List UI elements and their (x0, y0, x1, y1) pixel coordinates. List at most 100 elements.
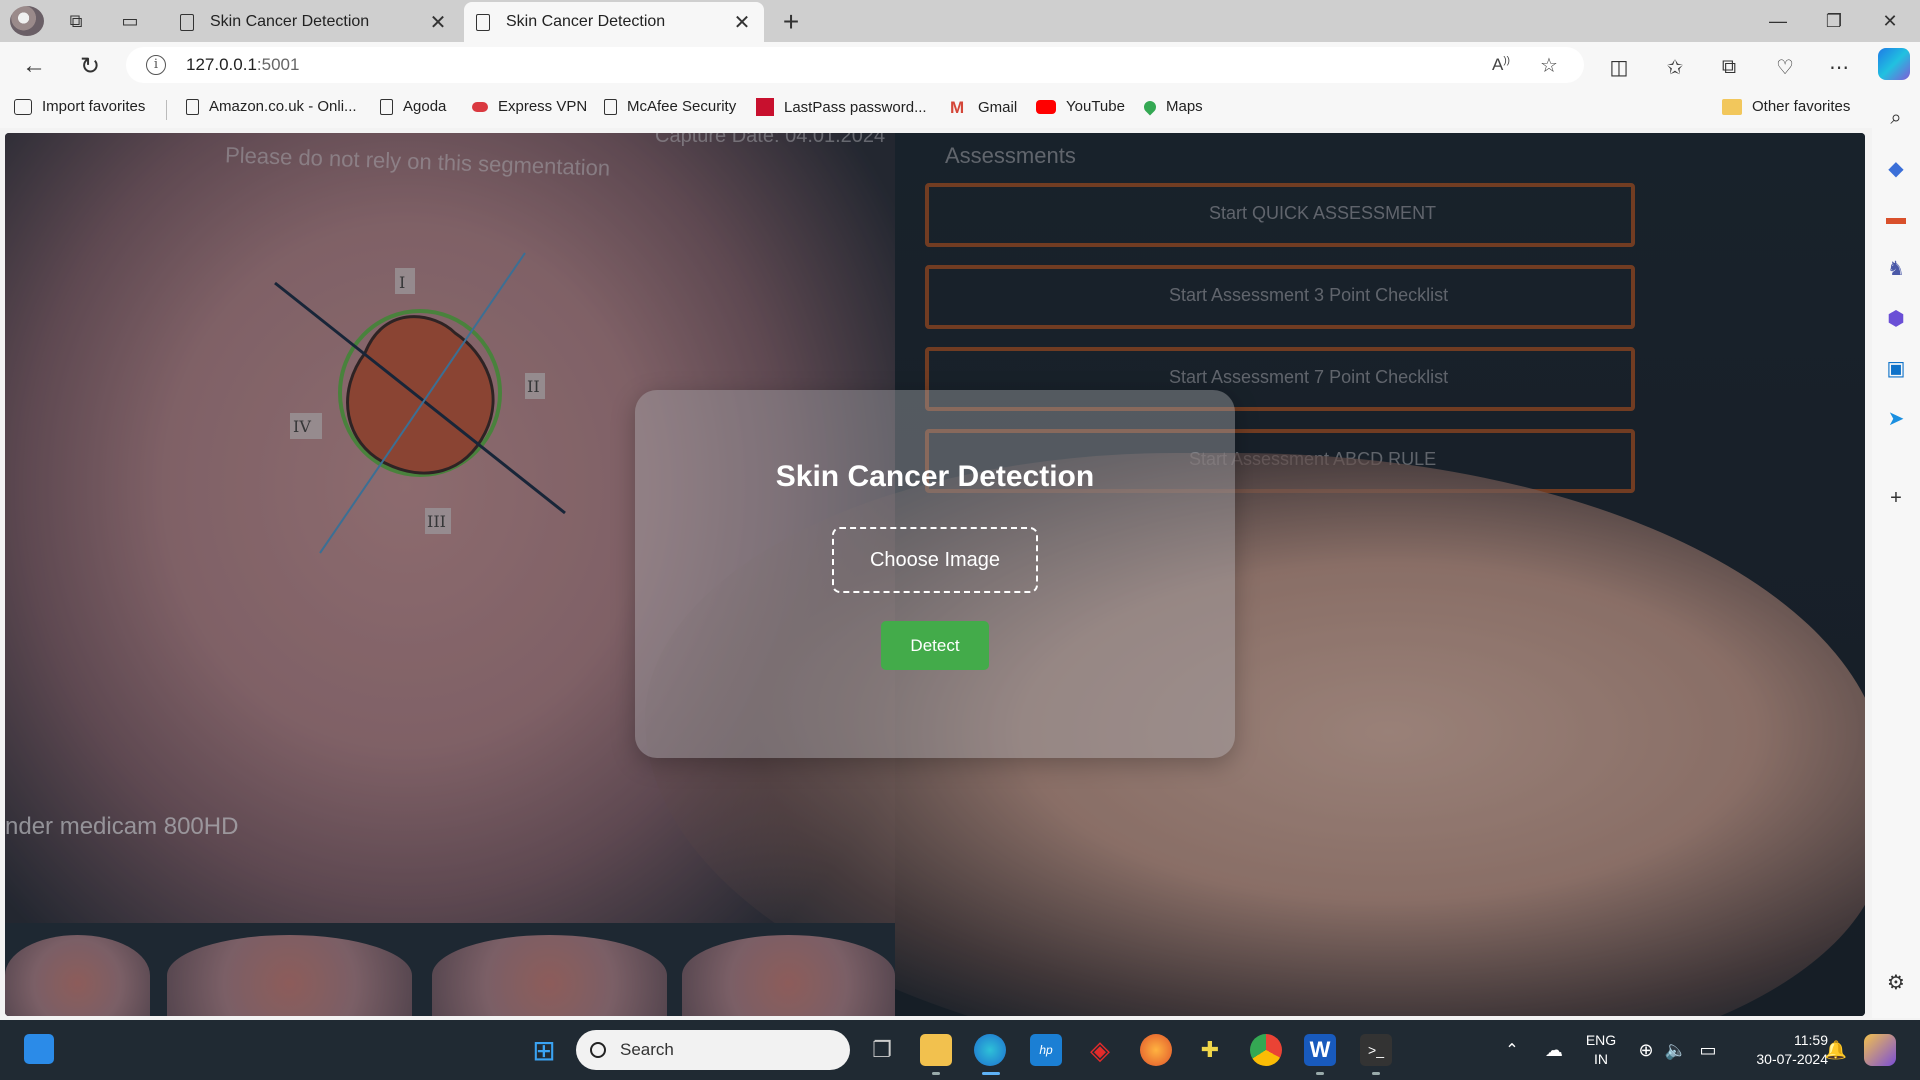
fav-lastpass[interactable]: LastPass password... (756, 98, 927, 116)
chrome-icon[interactable] (1250, 1034, 1282, 1066)
windows-taskbar: ⊞ Search ❐ hp ◈ ✚ W >_ ⌃ ☁ ENG IN ⊕ 🔈 ▭ … (0, 1020, 1920, 1080)
region-code: IN (1594, 1051, 1608, 1067)
url-host: 127.0.0.1 (186, 55, 257, 74)
close-icon[interactable]: ✕ (732, 10, 752, 35)
fav-label: Express VPN (498, 98, 588, 115)
clock[interactable]: 11:59 30-07-2024 (1728, 1031, 1828, 1069)
fav-label: Agoda (403, 98, 447, 115)
split-screen-icon[interactable]: ◫ (1604, 52, 1634, 82)
hp-smart-icon[interactable]: hp (1030, 1034, 1062, 1066)
choose-image-button[interactable]: Choose Image (832, 527, 1038, 593)
search-icon[interactable]: ⌕ (1884, 106, 1908, 130)
fav-label: Amazon.co.uk - Onli... (209, 98, 357, 115)
detect-button[interactable]: Detect (881, 621, 989, 670)
running-indicator (1372, 1072, 1380, 1075)
send-icon[interactable]: ➤ (1884, 406, 1908, 430)
edge-sidebar: ⌕ ◆ ▬ ♞ ⬢ ▣ ➤ + ⚙ (1872, 90, 1920, 1018)
chevron-up-icon[interactable]: ⌃ (1496, 1034, 1528, 1066)
restore-icon[interactable]: ❐ (1814, 6, 1854, 36)
running-indicator (932, 1072, 940, 1075)
games-icon[interactable]: ♞ (1884, 256, 1908, 280)
site-info-icon[interactable]: i (146, 55, 166, 75)
new-tab-button[interactable]: + (776, 6, 806, 38)
clock-time: 11:59 (1794, 1032, 1828, 1048)
fav-label: Import favorites (42, 98, 146, 115)
fav-label: YouTube (1066, 98, 1125, 115)
workspaces-icon[interactable]: ⧉ (62, 8, 90, 34)
fav-other-favorites[interactable]: Other favorites (1722, 98, 1850, 115)
close-icon[interactable]: ✕ (428, 10, 448, 35)
copilot-taskbar-icon[interactable] (1864, 1034, 1896, 1066)
refresh-icon[interactable]: ↻ (74, 50, 106, 82)
copilot-icon[interactable] (1878, 48, 1910, 80)
title-bar: ⧉ ▭ Skin Cancer Detection ✕ Skin Cancer … (0, 0, 1920, 42)
settings-gear-icon[interactable]: ⚙ (1884, 970, 1908, 994)
taskbar-search-input[interactable]: Search (576, 1030, 850, 1070)
tools-icon[interactable]: ▬ (1884, 206, 1908, 230)
fav-youtube[interactable]: YouTube (1036, 98, 1125, 115)
gmail-icon: M (950, 98, 965, 117)
word-icon[interactable]: W (1304, 1034, 1336, 1066)
favorites-icon[interactable]: ✩ (1660, 52, 1690, 82)
app-installer-icon[interactable]: ✚ (1194, 1034, 1226, 1066)
fav-mcafee[interactable]: McAfee Security (604, 98, 736, 115)
tab-label: Skin Cancer Detection (210, 13, 370, 30)
page-title: Skin Cancer Detection (775, 460, 1095, 493)
fav-maps[interactable]: Maps (1141, 98, 1203, 115)
fav-label: LastPass password... (784, 98, 927, 116)
terminal-icon[interactable]: >_ (1360, 1034, 1392, 1066)
folder-icon (1722, 98, 1742, 115)
fav-label: Other favorites (1752, 98, 1851, 115)
fav-express-vpn[interactable]: Express VPN (472, 98, 587, 115)
windows-start-icon[interactable]: ⊞ (528, 1034, 560, 1066)
network-icon[interactable]: ⊕ (1630, 1034, 1662, 1066)
maps-icon (1141, 98, 1159, 115)
page-icon (604, 98, 617, 115)
notification-bell-icon[interactable]: 🔔 (1820, 1034, 1852, 1066)
firefox-icon[interactable] (1140, 1034, 1172, 1066)
fav-import-favorites[interactable]: Import favorites (14, 98, 145, 115)
page-icon (380, 98, 393, 115)
close-window-icon[interactable]: ✕ (1870, 6, 1910, 36)
search-placeholder: Search (620, 1040, 674, 1059)
running-indicator (1316, 1072, 1324, 1075)
fav-amazon[interactable]: Amazon.co.uk - Onli... (186, 98, 357, 115)
profile-avatar[interactable] (10, 6, 44, 36)
collections-icon[interactable]: ⧉ (1714, 52, 1744, 82)
tab-skin-cancer-2[interactable]: Skin Cancer Detection ✕ (464, 2, 764, 42)
read-aloud-icon[interactable]: A)) (1492, 55, 1510, 75)
battery-icon[interactable]: ▭ (1692, 1034, 1724, 1066)
onedrive-icon[interactable]: ☁ (1538, 1034, 1570, 1066)
microsoft-365-icon[interactable]: ⬢ (1884, 306, 1908, 330)
fav-agoda[interactable]: Agoda (380, 98, 446, 115)
outlook-icon[interactable]: ▣ (1884, 356, 1908, 380)
file-explorer-icon[interactable] (920, 1034, 952, 1066)
youtube-icon (1036, 99, 1056, 114)
url-port: :5001 (256, 55, 300, 74)
fav-gmail[interactable]: M Gmail (950, 98, 1018, 117)
fav-label: Gmail (978, 98, 1018, 116)
minimize-icon[interactable]: — (1758, 6, 1798, 36)
browser-essentials-icon[interactable]: ♡ (1770, 52, 1800, 82)
fav-label: Maps (1166, 98, 1203, 115)
mcafee-icon[interactable]: ◈ (1084, 1034, 1116, 1066)
tab-label: Skin Cancer Detection (506, 13, 666, 30)
widgets-icon[interactable] (24, 1034, 54, 1064)
shopping-tag-icon[interactable]: ◆ (1884, 156, 1908, 180)
active-indicator (982, 1072, 1000, 1075)
more-menu-icon[interactable]: ⋯ (1824, 52, 1854, 82)
favorites-divider (166, 100, 167, 120)
page-icon (186, 98, 199, 115)
address-bar[interactable]: i 127.0.0.1:5001 A)) ☆ (126, 47, 1584, 83)
vertical-tabs-icon[interactable]: ▭ (116, 8, 144, 34)
tab-skin-cancer-1[interactable]: Skin Cancer Detection ✕ (168, 2, 460, 42)
back-arrow-icon[interactable]: ← (18, 50, 50, 82)
task-view-icon[interactable]: ❐ (866, 1034, 898, 1066)
edge-browser-icon[interactable] (974, 1034, 1006, 1066)
favorite-star-icon[interactable]: ☆ (1540, 53, 1558, 78)
url-text[interactable]: 127.0.0.1:5001 (186, 55, 299, 75)
volume-icon[interactable]: 🔈 (1660, 1034, 1692, 1066)
page-viewport: Please do not rely on this segmentation … (5, 133, 1865, 1016)
language-indicator[interactable]: ENG IN (1578, 1031, 1624, 1069)
add-icon[interactable]: + (1884, 486, 1908, 510)
